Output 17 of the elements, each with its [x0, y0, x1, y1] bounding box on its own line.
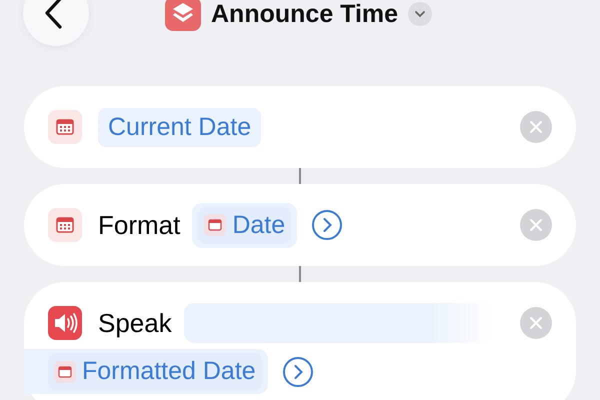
- chevron-down-icon: [414, 10, 426, 18]
- calendar-icon: [48, 208, 82, 242]
- variable-token[interactable]: Date: [198, 206, 292, 244]
- calendar-icon: [204, 214, 226, 236]
- layers-icon: [165, 0, 201, 31]
- speaker-icon: [48, 306, 82, 340]
- shortcut-title: Announce Time: [211, 0, 398, 28]
- close-icon: [529, 218, 543, 232]
- title-menu-button[interactable]: [408, 2, 432, 26]
- action-label: Format: [98, 210, 180, 240]
- variable-token[interactable]: Current Date: [98, 108, 262, 146]
- calendar-icon: [48, 110, 82, 144]
- close-icon: [529, 316, 543, 330]
- action-label: Speak: [98, 308, 172, 338]
- variable-token[interactable]: Formatted Date: [48, 353, 262, 390]
- calendar-icon: [54, 360, 76, 382]
- close-icon: [529, 120, 543, 134]
